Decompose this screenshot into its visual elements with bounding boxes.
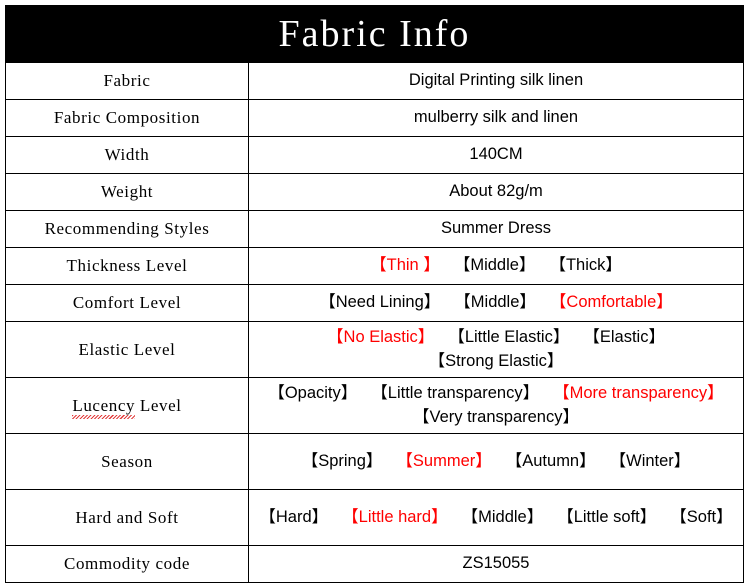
row-value-cell: mulberry silk and linen — [248, 99, 744, 137]
row-label-cell: Lucency Level — [5, 377, 249, 434]
row-value-cell: 【Opacity】 【Little transparency】 【More tran… — [248, 377, 744, 434]
option[interactable]: 【Middle】 — [454, 291, 536, 315]
row-value-cell: Summer Dress — [248, 210, 744, 248]
option[interactable]: 【Very transparency】 — [413, 406, 579, 430]
option[interactable]: 【Middle】 — [462, 506, 544, 530]
row-label-text: Thickness Level — [66, 256, 188, 275]
row-label-text: Fabric — [103, 71, 151, 90]
row-label-text: Comfort Level — [72, 293, 182, 312]
row-label-cell: Commodity code — [5, 545, 249, 583]
row-label-text: Hard and Soft — [75, 507, 179, 527]
table-row: Weight About 82g/m — [5, 173, 744, 211]
option[interactable]: 【Spring】 — [302, 450, 383, 474]
option[interactable]: 【Strong Elastic】 — [429, 350, 564, 374]
table-row: Comfort Level 【Need Lining】 【Middle】 【Comfo… — [5, 284, 744, 322]
option-selected[interactable]: 【Summer】 — [396, 450, 491, 474]
row-label-cell: Fabric Composition — [5, 99, 249, 137]
option[interactable]: 【Winter】 — [610, 450, 691, 474]
option[interactable]: 【Opacity】 — [268, 382, 357, 406]
row-label-cell: Thickness Level — [5, 247, 249, 285]
row-label-text: Commodity code — [64, 554, 190, 573]
table-row: Fabric Digital Printing silk linen — [5, 62, 744, 100]
option[interactable]: 【Little soft】 — [557, 506, 656, 530]
row-value-text: About 82g/m — [449, 182, 543, 201]
row-value-cell: 140CM — [248, 136, 744, 174]
row-label-text: Recommending Styles — [44, 219, 210, 238]
row-label-cell: Season — [5, 433, 249, 490]
row-value-cell: ZS15055 — [248, 545, 744, 583]
row-label-cell: Weight — [5, 173, 249, 211]
option[interactable]: 【Elastic】 — [583, 326, 665, 350]
row-value-cell: 【No Elastic】 【Little Elastic】 【Elastic】【St… — [248, 321, 744, 378]
option-selected[interactable]: 【Thin 】 — [370, 254, 440, 278]
option[interactable]: 【Hard】 — [259, 506, 328, 530]
row-value-text: 140CM — [469, 145, 523, 164]
table-row: Hard and Soft 【Hard】 【Little hard】 【Middle】… — [5, 489, 744, 546]
table-row: Lucency Level 【Opacity】 【Little transparen… — [5, 377, 744, 434]
row-label-cell: Comfort Level — [5, 284, 249, 322]
option[interactable]: 【Little Elastic】 — [448, 326, 569, 350]
row-label-text: Weight — [100, 182, 154, 201]
row-value-cell: About 82g/m — [248, 173, 744, 211]
row-value-text: Summer Dress — [440, 219, 551, 238]
option-selected[interactable]: 【No Elastic】 — [327, 326, 434, 350]
title-banner: Fabric Info — [5, 5, 744, 62]
table-body: Fabric Digital Printing silk linen Fabric … — [5, 62, 744, 583]
row-label-text: Width — [104, 145, 150, 164]
option[interactable]: 【Middle】 — [454, 254, 536, 278]
row-value-cell: 【Need Lining】 【Middle】 【Comfortable】 — [248, 284, 744, 322]
row-value-cell: 【Hard】 【Little hard】 【Middle】 【Little soft】… — [248, 489, 744, 546]
option[interactable]: 【Soft】 — [670, 506, 732, 530]
fabric-info-table: Fabric Digital Printing silk linen Fabric … — [5, 62, 744, 583]
row-label-cell: Width — [5, 136, 249, 174]
row-value-text: mulberry silk and linen — [413, 108, 579, 127]
option-selected[interactable]: 【Little hard】 — [342, 506, 447, 530]
row-label-text: Fabric Composition — [53, 108, 201, 127]
row-label-text: Elastic Level — [78, 339, 176, 359]
fabric-info-sheet: Fabric Info Fabric Digital Printing silk … — [0, 0, 750, 583]
row-label-text: Level — [135, 395, 182, 415]
row-label-cell: Hard and Soft — [5, 489, 249, 546]
row-value-cell: 【Thin 】【Middle】 【Thick】 — [248, 247, 744, 285]
table-row: Elastic Level 【No Elastic】 【Little Elastic… — [5, 321, 744, 378]
row-value-cell: 【Spring】 【Summer】 【Autumn】 【Winter】 — [248, 433, 744, 490]
option-selected[interactable]: 【Comfortable】 — [550, 291, 673, 315]
row-value-text: Digital Printing silk linen — [408, 71, 584, 90]
option[interactable]: 【Thick】 — [549, 254, 621, 278]
table-row: Thickness Level 【Thin 】【Middle】 【Thick】 — [5, 247, 744, 285]
option[interactable]: 【Autumn】 — [506, 450, 596, 474]
table-row: Recommending Styles Summer Dress — [5, 210, 744, 248]
table-row: Width 140CM — [5, 136, 744, 174]
row-value-text: ZS15055 — [462, 554, 530, 573]
row-label-cell: Elastic Level — [5, 321, 249, 378]
option-selected[interactable]: 【More transparency】 — [553, 382, 724, 406]
table-row: Fabric Composition mulberry silk and line… — [5, 99, 744, 137]
row-label-text: Season — [101, 451, 153, 471]
option[interactable]: 【Little transparency】 — [371, 382, 539, 406]
row-label-cell: Recommending Styles — [5, 210, 249, 248]
row-value-cell: Digital Printing silk linen — [248, 62, 744, 100]
table-row: Season 【Spring】 【Summer】 【Autumn】 【Winter】 — [5, 433, 744, 490]
misspelled-word: Lucency — [72, 395, 136, 419]
row-label-cell: Fabric — [5, 62, 249, 100]
option[interactable]: 【Need Lining】 — [319, 291, 440, 315]
page-title: Fabric Info — [278, 12, 471, 55]
table-row: Commodity code ZS15055 — [5, 545, 744, 583]
